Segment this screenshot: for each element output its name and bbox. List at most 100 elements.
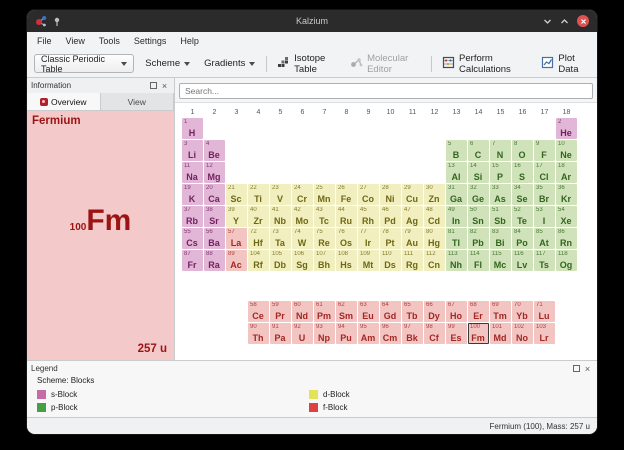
element-Fe[interactable]: 26Fe [336,184,357,205]
element-Eu[interactable]: 63Eu [358,301,379,322]
element-Md[interactable]: 101Md [490,323,511,344]
element-Sm[interactable]: 62Sm [336,301,357,322]
element-Np[interactable]: 93Np [314,323,335,344]
element-Rh[interactable]: 45Rh [358,206,379,227]
element-Si[interactable]: 14Si [468,162,489,183]
element-Tm[interactable]: 69Tm [490,301,511,322]
search-input[interactable] [179,83,593,99]
element-Pt[interactable]: 78Pt [380,228,401,249]
menu-view[interactable]: View [59,34,92,48]
tab-overview[interactable]: Overview [27,93,101,110]
table-type-selector[interactable]: Classic Periodic Table [34,54,134,73]
element-Ir[interactable]: 77Ir [358,228,379,249]
element-H[interactable]: 1H [182,118,203,139]
element-In[interactable]: 49In [446,206,467,227]
gradients-dropdown[interactable]: Gradients [201,56,258,71]
dock-float-icon[interactable] [148,80,159,91]
element-Kr[interactable]: 36Kr [556,184,577,205]
element-As[interactable]: 33As [490,184,511,205]
element-Cm[interactable]: 96Cm [380,323,401,344]
element-Ni[interactable]: 28Ni [380,184,401,205]
element-Ag[interactable]: 47Ag [402,206,423,227]
element-Cf[interactable]: 98Cf [424,323,445,344]
element-Li[interactable]: 3Li [182,140,203,161]
element-Al[interactable]: 13Al [446,162,467,183]
element-Gd[interactable]: 64Gd [380,301,401,322]
element-Lu[interactable]: 71Lu [534,301,555,322]
element-Pd[interactable]: 46Pd [380,206,401,227]
isotope-table-button[interactable]: Isotope Table [275,51,340,77]
element-F[interactable]: 9F [534,140,555,161]
element-Y[interactable]: 39Y [226,206,247,227]
element-Th[interactable]: 90Th [248,323,269,344]
element-Sr[interactable]: 38Sr [204,206,225,227]
element-Au[interactable]: 79Au [402,228,423,249]
element-Hg[interactable]: 80Hg [424,228,445,249]
element-Pu[interactable]: 94Pu [336,323,357,344]
element-Po[interactable]: 84Po [512,228,533,249]
element-Yb[interactable]: 70Yb [512,301,533,322]
element-Bi[interactable]: 83Bi [490,228,511,249]
element-O[interactable]: 8O [512,140,533,161]
element-Mc[interactable]: 115Mc [490,250,511,271]
element-Ti[interactable]: 22Ti [248,184,269,205]
element-Cs[interactable]: 55Cs [182,228,203,249]
element-Ge[interactable]: 32Ge [468,184,489,205]
element-Ts[interactable]: 117Ts [534,250,555,271]
element-Pm[interactable]: 61Pm [314,301,335,322]
element-Ar[interactable]: 18Ar [556,162,577,183]
element-Sg[interactable]: 106Sg [292,250,313,271]
element-Ds[interactable]: 110Ds [380,250,401,271]
element-U[interactable]: 92U [292,323,313,344]
tab-view[interactable]: View [101,93,175,110]
element-Bh[interactable]: 107Bh [314,250,335,271]
element-Dy[interactable]: 66Dy [424,301,445,322]
element-Se[interactable]: 34Se [512,184,533,205]
scheme-dropdown[interactable]: Scheme [142,56,193,71]
element-Tb[interactable]: 65Tb [402,301,423,322]
dock-close-icon[interactable]: × [582,363,593,374]
element-V[interactable]: 23V [270,184,291,205]
element-S[interactable]: 16S [512,162,533,183]
element-W[interactable]: 74W [292,228,313,249]
element-Ho[interactable]: 67Ho [446,301,467,322]
element-Rg[interactable]: 111Rg [402,250,423,271]
element-Te[interactable]: 52Te [512,206,533,227]
element-Xe[interactable]: 54Xe [556,206,577,227]
element-Ac[interactable]: 89Ac [226,250,247,271]
element-Er[interactable]: 68Er [468,301,489,322]
element-Ru[interactable]: 44Ru [336,206,357,227]
element-Lr[interactable]: 103Lr [534,323,555,344]
element-Co[interactable]: 27Co [358,184,379,205]
element-Mo[interactable]: 42Mo [292,206,313,227]
element-Db[interactable]: 105Db [270,250,291,271]
element-La[interactable]: 57La [226,228,247,249]
element-Nh[interactable]: 113Nh [446,250,467,271]
element-Rn[interactable]: 86Rn [556,228,577,249]
element-Ga[interactable]: 31Ga [446,184,467,205]
element-Pr[interactable]: 59Pr [270,301,291,322]
element-Sb[interactable]: 51Sb [490,206,511,227]
element-Zn[interactable]: 30Zn [424,184,445,205]
menu-settings[interactable]: Settings [127,34,174,48]
dock-close-icon[interactable]: × [159,80,170,91]
element-Mt[interactable]: 109Mt [358,250,379,271]
element-N[interactable]: 7N [490,140,511,161]
element-Fl[interactable]: 114Fl [468,250,489,271]
element-Ca[interactable]: 20Ca [204,184,225,205]
element-Ra[interactable]: 88Ra [204,250,225,271]
element-Ta[interactable]: 73Ta [270,228,291,249]
element-Rf[interactable]: 104Rf [248,250,269,271]
element-Mn[interactable]: 25Mn [314,184,335,205]
element-Cn[interactable]: 112Cn [424,250,445,271]
element-No[interactable]: 102No [512,323,533,344]
element-Es[interactable]: 99Es [446,323,467,344]
element-Ce[interactable]: 58Ce [248,301,269,322]
element-Bk[interactable]: 97Bk [402,323,423,344]
menu-file[interactable]: File [30,34,59,48]
element-Tl[interactable]: 81Tl [446,228,467,249]
element-Br[interactable]: 35Br [534,184,555,205]
element-K[interactable]: 19K [182,184,203,205]
element-Sn[interactable]: 50Sn [468,206,489,227]
element-Sc[interactable]: 21Sc [226,184,247,205]
